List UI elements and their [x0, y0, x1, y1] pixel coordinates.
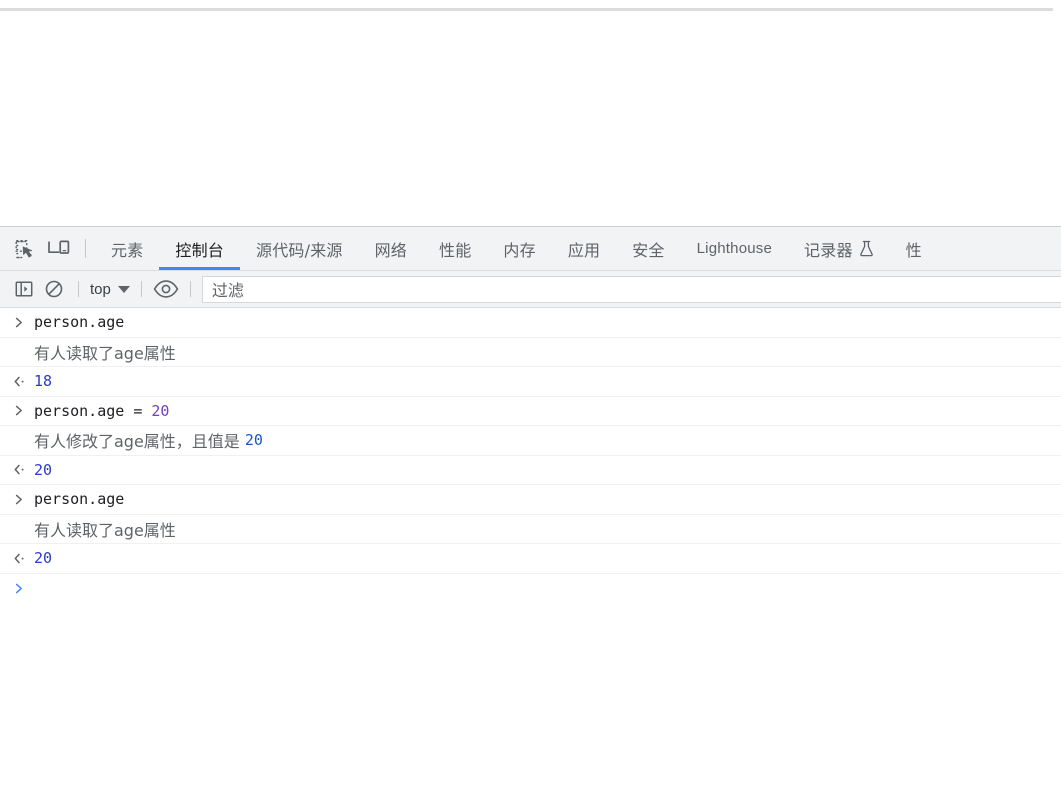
inspect-element-icon[interactable] — [8, 227, 42, 270]
result-prompt-icon — [14, 553, 34, 564]
result-prompt-icon — [14, 376, 34, 387]
console-message-text: 有人修改了age属性，且值是 — [34, 432, 245, 452]
tab-performance[interactable]: 性能 — [423, 227, 487, 270]
tab-memory[interactable]: 内存 — [487, 227, 551, 270]
console-input-number-literal: 20 — [151, 401, 170, 420]
tab-security[interactable]: 安全 — [616, 227, 680, 270]
tab-lighthouse[interactable]: Lighthouse — [681, 227, 788, 270]
input-prompt-icon — [14, 317, 34, 328]
console-input-line[interactable]: person.age — [0, 308, 1061, 338]
console-toolbar: top 过滤 — [0, 271, 1061, 308]
tab-label: 控制台 — [175, 240, 225, 260]
tab-sources[interactable]: 源代码/来源 — [240, 227, 359, 270]
console-message-line: 有人读取了age属性 — [0, 338, 1061, 367]
console-input-line[interactable]: person.age = 20 — [0, 397, 1061, 426]
console-result-value: 18 — [34, 372, 53, 391]
devtools-tabstrip: 元素 控制台 源代码/来源 网络 性能 内存 应用 安全 Lighthouse … — [0, 227, 1061, 271]
tab-label: 元素 — [111, 240, 144, 260]
tab-label: 性 — [905, 240, 922, 260]
tab-label: 记录器 — [804, 240, 853, 260]
page-top-divider — [0, 8, 1053, 11]
tab-label: 应用 — [567, 240, 601, 260]
console-message-line: 有人读取了age属性 — [0, 515, 1061, 544]
filter-placeholder: 过滤 — [211, 281, 244, 300]
active-prompt-icon — [14, 583, 34, 594]
flask-icon — [859, 240, 874, 257]
console-message-line: 有人修改了age属性，且值是 20 — [0, 426, 1061, 456]
tab-console[interactable]: 控制台 — [159, 227, 240, 270]
execution-context-value: top — [90, 280, 111, 298]
device-toolbar-icon[interactable] — [42, 227, 76, 270]
input-prompt-icon — [14, 494, 34, 505]
tab-label: 安全 — [632, 240, 665, 260]
live-expression-eye-icon[interactable] — [151, 271, 181, 307]
console-log-area[interactable]: person.age 有人读取了age属性 18 person.age = 20… — [0, 308, 1061, 801]
tab-application[interactable]: 应用 — [552, 227, 616, 270]
clear-console-icon[interactable] — [39, 271, 69, 307]
console-result-line: 18 — [0, 367, 1061, 397]
chevron-down-icon — [117, 285, 130, 293]
tabstrip-divider — [85, 239, 86, 258]
execution-context-selector[interactable]: top — [88, 281, 132, 298]
console-message-number: 20 — [244, 431, 263, 450]
console-input-code: person.age — [34, 490, 125, 509]
console-active-prompt[interactable] — [0, 574, 1061, 604]
console-message-text: 有人读取了age属性 — [34, 343, 176, 363]
tab-network[interactable]: 网络 — [359, 227, 423, 270]
tab-label: Lighthouse — [696, 240, 773, 257]
tab-label: 性能 — [439, 240, 472, 260]
tab-elements[interactable]: 元素 — [95, 227, 159, 270]
tab-label: 内存 — [503, 240, 536, 260]
console-result-line: 20 — [0, 544, 1061, 574]
input-prompt-icon — [14, 405, 34, 416]
toolbar-divider — [78, 281, 79, 297]
toolbar-divider — [189, 281, 191, 297]
toolbar-divider — [140, 281, 142, 297]
tab-label: 源代码/来源 — [256, 240, 343, 260]
console-sidebar-icon[interactable] — [9, 271, 39, 307]
tab-recorder[interactable]: 记录器 — [788, 227, 890, 270]
tab-performance-insights-truncated[interactable]: 性 — [890, 227, 938, 270]
console-input-code: person.age — [34, 313, 125, 332]
console-input-line[interactable]: person.age — [0, 485, 1061, 515]
result-prompt-icon — [14, 464, 34, 475]
tab-label: 网络 — [374, 240, 408, 260]
filter-input[interactable]: 过滤 — [201, 275, 1061, 303]
devtools-panel: 元素 控制台 源代码/来源 网络 性能 内存 应用 安全 Lighthouse … — [0, 226, 1061, 801]
console-input-code: person.age = — [34, 401, 152, 420]
console-result-value: 20 — [34, 549, 53, 568]
console-message-text: 有人读取了age属性 — [34, 520, 176, 540]
console-result-value: 20 — [34, 460, 53, 479]
console-result-line: 20 — [0, 456, 1061, 485]
